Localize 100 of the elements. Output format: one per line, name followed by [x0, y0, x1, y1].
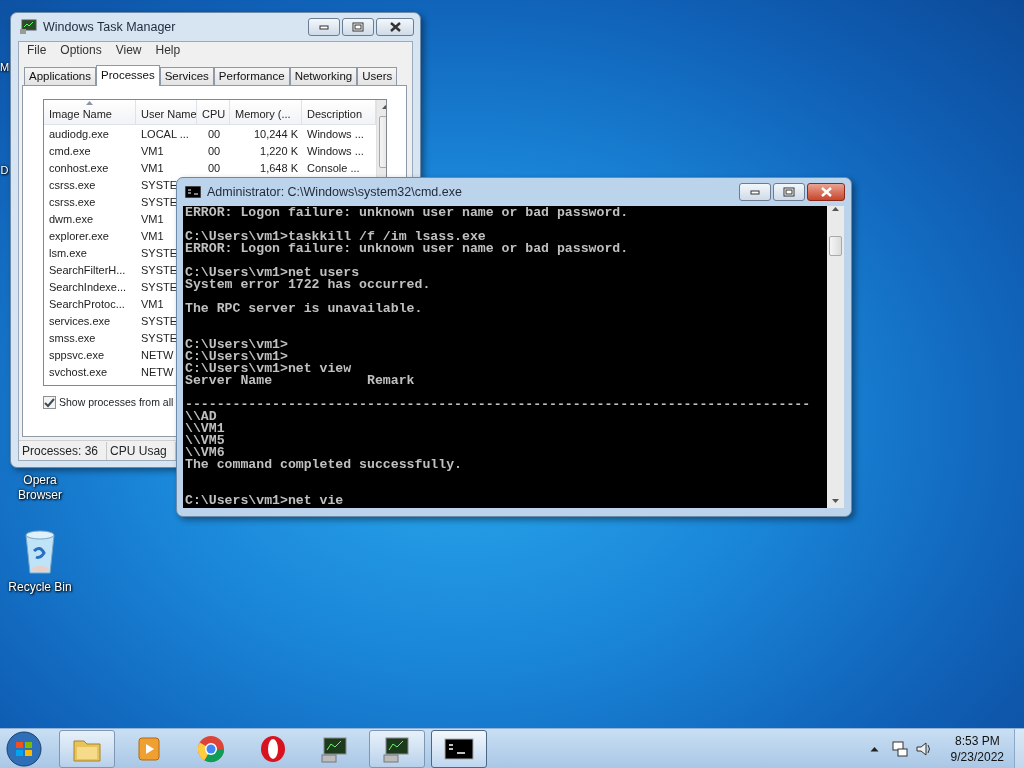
desktop-icon-label[interactable]: M: [0, 60, 9, 75]
maximize-icon: [352, 22, 364, 32]
table-cell: SearchIndexe...: [49, 281, 127, 293]
table-cell: SYSTE: [141, 281, 178, 293]
table-cell: 1,220 K: [260, 145, 298, 157]
maximize-icon: [783, 187, 795, 197]
table-cell: 1,648 K: [260, 162, 298, 174]
volume-icon[interactable]: [914, 739, 933, 758]
table-cell: conhost.exe: [49, 162, 109, 174]
maximize-button[interactable]: [342, 18, 374, 36]
table-cell: SearchFilterH...: [49, 264, 126, 276]
table-cell: Console ...: [307, 162, 360, 174]
window-title: Administrator: C:\Windows\system32\cmd.exe: [207, 183, 462, 201]
scrollbar-thumb[interactable]: [829, 236, 842, 256]
table-cell: 00: [208, 128, 221, 140]
console-icon: [185, 186, 201, 198]
table-cell: SearchProtoc...: [49, 298, 125, 310]
table-cell: SYSTE: [141, 179, 178, 191]
table-cell: 00: [208, 145, 221, 157]
menu-item[interactable]: View: [109, 41, 150, 59]
minimize-icon: [319, 24, 329, 30]
tab[interactable]: Services: [159, 67, 214, 85]
clock-date: 9/23/2022: [950, 748, 1004, 765]
check-icon: [44, 397, 55, 408]
close-icon: [389, 22, 401, 32]
table-cell: explorer.exe: [49, 230, 109, 242]
console-line: ERROR: Logon failure: unknown user name or bad password.: [185, 243, 630, 255]
show-hidden-icons-button[interactable]: [869, 745, 879, 752]
table-cell: 10,244 K: [253, 128, 298, 140]
table-cell: lsm.exe: [49, 247, 87, 259]
column-header[interactable]: Image Name: [44, 100, 136, 124]
start-button[interactable]: [4, 729, 44, 768]
console-line: The command completed successfully.: [185, 459, 463, 471]
tab[interactable]: Networking: [289, 67, 358, 85]
table-cell: NETW: [141, 349, 174, 361]
close-button[interactable]: [807, 183, 845, 201]
menu-item[interactable]: File: [21, 41, 55, 59]
table-cell: smss.exe: [49, 332, 96, 344]
column-header[interactable]: User Name: [136, 100, 197, 124]
console-line: -------------------------------------------------------------------------------: [185, 399, 812, 411]
table-cell: VM1: [141, 162, 164, 174]
table-cell: NETW: [141, 366, 174, 378]
console-line: \\VM6: [185, 447, 225, 459]
scroll-down-icon: [831, 498, 840, 504]
status-text: CPU Usag: [107, 441, 176, 460]
table-cell: SYSTE: [141, 247, 178, 259]
table-cell: VM1: [141, 298, 164, 310]
table-cell: cmd.exe: [49, 145, 91, 157]
column-header[interactable]: Memory (...: [230, 100, 302, 124]
task-manager-icon: [19, 19, 37, 35]
table-cell: SYSTE: [141, 264, 178, 276]
table-cell: audiodg.exe: [49, 128, 109, 140]
table-cell: SYSTE: [141, 332, 178, 344]
close-button[interactable]: [376, 18, 414, 36]
table-cell: csrss.exe: [49, 196, 96, 208]
table-cell: Windows ...: [307, 128, 364, 140]
clock-time: 8:53 PM: [953, 732, 1001, 749]
taskbar-button[interactable]: [369, 729, 425, 768]
desktop-icon-label[interactable]: Opera Browser: [2, 473, 78, 503]
sort-arrow-icon: [86, 101, 93, 105]
table-cell: VM1: [141, 213, 164, 225]
console-line: C:\Users\vm1>: [185, 351, 288, 363]
console-line: Server Name Remark: [185, 375, 416, 387]
status-text: Processes: 36: [19, 441, 108, 460]
table-cell: 00: [208, 162, 221, 174]
window-title: Windows Task Manager: [43, 18, 176, 36]
network-icon[interactable]: [890, 739, 909, 758]
checkbox-label: Show processes from all: [59, 395, 174, 410]
table-cell: sppsvc.exe: [49, 349, 105, 361]
table-cell: csrss.exe: [49, 179, 96, 191]
taskbar-button[interactable]: [431, 729, 487, 768]
menu-item[interactable]: Options: [54, 41, 110, 59]
console-line: C:\Users\vm1>: [185, 339, 289, 351]
scroll-up-icon: [831, 206, 840, 212]
minimize-button[interactable]: [739, 183, 771, 201]
maximize-button[interactable]: [773, 183, 805, 201]
console-line: C:\Users\vm1>net vie: [185, 495, 345, 507]
menu-item[interactable]: Help: [149, 41, 189, 59]
console-line: \\VM5: [185, 435, 226, 447]
scrollbar[interactable]: [827, 206, 844, 508]
minimize-icon: [750, 189, 760, 195]
console-line: C:\Users\vm1>taskkill /f /im lsass.exe: [185, 231, 487, 243]
console-line: ERROR: Logon failure: unknown user name or bad password.: [185, 207, 630, 219]
table-cell: svchost.exe: [49, 366, 108, 378]
table-cell: dwm.exe: [49, 213, 94, 225]
tab[interactable]: Applications: [24, 67, 96, 85]
desktop-icon-label[interactable]: D: [0, 163, 9, 178]
table-cell: services.exe: [49, 315, 111, 327]
desktop-icon-label[interactable]: Recycle Bin: [8, 580, 72, 595]
minimize-button[interactable]: [308, 18, 340, 36]
tab[interactable]: Processes: [96, 65, 160, 86]
clock[interactable]: 8:53 PM 9/23/2022: [950, 732, 1004, 765]
tab[interactable]: Users: [357, 67, 398, 85]
checkbox[interactable]: [43, 396, 56, 410]
table-cell: Windows ...: [307, 145, 364, 157]
close-icon: [820, 187, 832, 197]
table-cell: LOCAL ...: [141, 128, 189, 140]
tab[interactable]: Performance: [213, 67, 290, 85]
table-cell: SYSTE: [141, 315, 178, 327]
column-header[interactable]: CPU: [197, 100, 230, 124]
